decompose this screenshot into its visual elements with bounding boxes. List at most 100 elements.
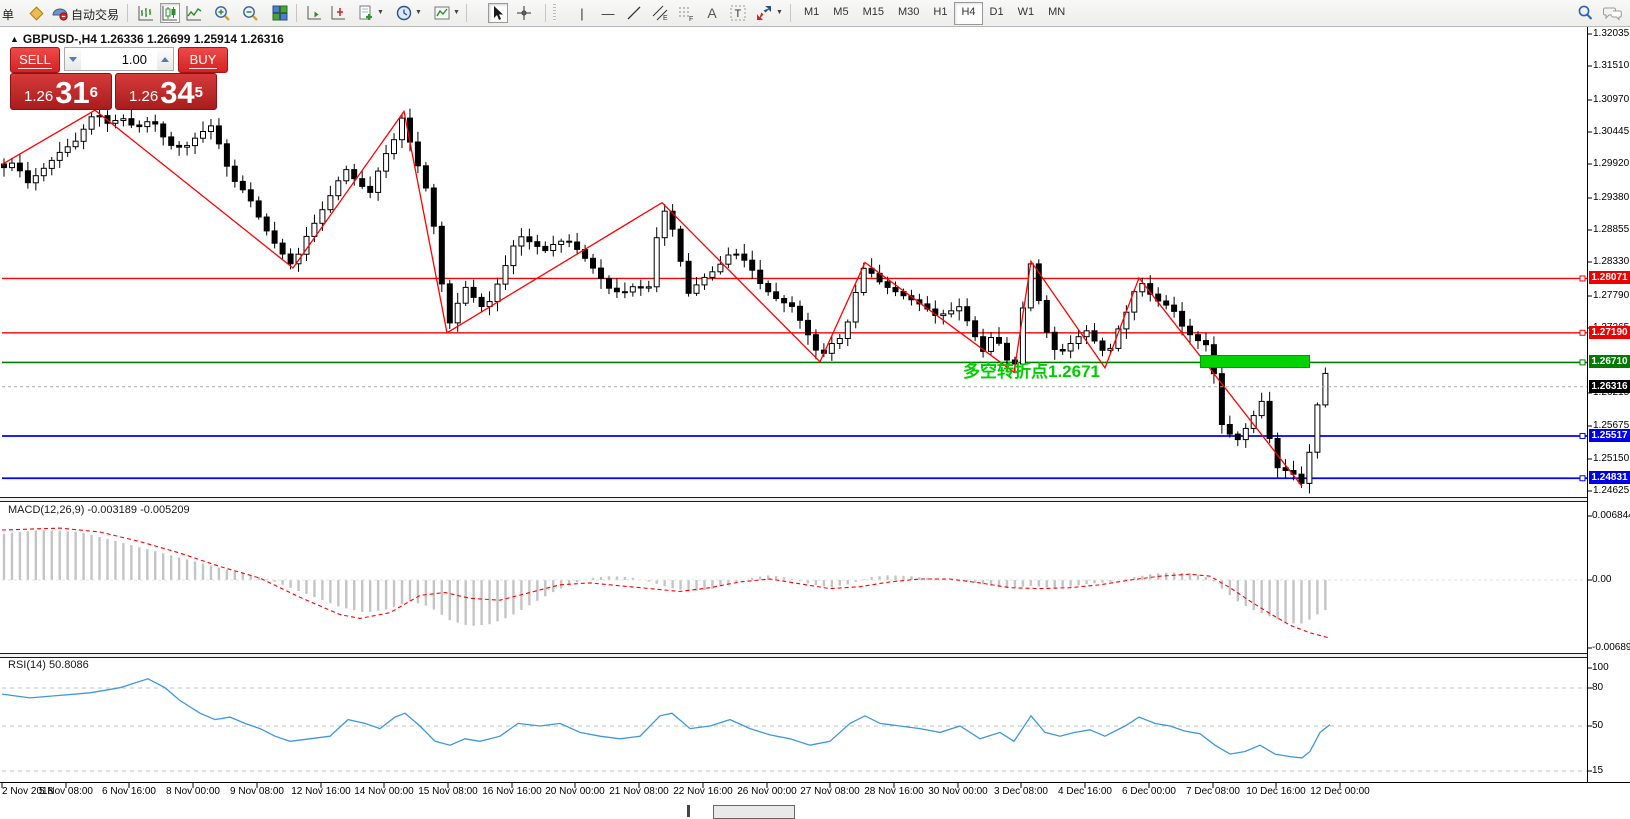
period-dropdown-icon[interactable]: ▼: [415, 9, 422, 16]
price-tick-label: 1.28855: [1593, 224, 1629, 235]
zoom-out-icon[interactable]: [240, 3, 260, 23]
rsi-axis-label: 50: [1592, 720, 1603, 731]
price-tick-label: 1.29380: [1593, 192, 1629, 203]
new-chart-icon[interactable]: [356, 3, 376, 23]
volume-decrease-button[interactable]: [64, 47, 81, 71]
trendline-tool-icon[interactable]: [624, 3, 644, 23]
time-axis-label: 21 Nov 08:00: [609, 786, 669, 797]
time-axis-label: 27 Nov 08:00: [800, 786, 860, 797]
cursor-tool-icon[interactable]: [488, 3, 508, 23]
bottom-strip: [0, 801, 1630, 818]
chat-icon[interactable]: [1603, 3, 1623, 23]
time-axis-label: 12 Dec 00:00: [1310, 786, 1370, 797]
auto-scroll-icon[interactable]: [304, 3, 324, 23]
pane-splitter-rsi[interactable]: [0, 653, 1587, 658]
metaeditor-icon[interactable]: [26, 3, 46, 23]
new-chart-dropdown-icon[interactable]: ▼: [377, 9, 384, 16]
time-axis-label: 30 Nov 00:00: [928, 786, 988, 797]
chart-title: ▲GBPUSD-,H4 1.26336 1.26699 1.25914 1.26…: [10, 32, 284, 46]
buy-price-display[interactable]: 1.26 34 5: [115, 73, 217, 110]
price-tick-label: 1.30445: [1593, 126, 1629, 137]
text-tool-icon[interactable]: A: [702, 3, 722, 23]
macd-axis-label: -0.006894: [1592, 642, 1630, 653]
crosshair-tool-icon[interactable]: [514, 3, 534, 23]
zoom-in-icon[interactable]: [212, 3, 232, 23]
price-badge-1.26316: 1.26316: [1589, 380, 1630, 393]
text-label-tool-icon[interactable]: T: [728, 3, 748, 23]
one-click-trading-panel: SELL 1.00 BUY 1.26 31 6 1.26 34 5: [10, 47, 228, 110]
timeframe-MN[interactable]: MN: [1041, 2, 1072, 24]
new-order-button-partial[interactable]: 单: [2, 6, 14, 23]
time-axis-label: 22 Nov 16:00: [673, 786, 733, 797]
time-axis-label: 6 Nov 16:00: [102, 786, 156, 797]
line-chart-type-icon[interactable]: [184, 3, 204, 23]
autotrading-icon[interactable]: [50, 3, 70, 23]
buy-price-big: 34: [160, 78, 194, 108]
price-tick-label: 1.29920: [1593, 158, 1629, 169]
time-axis[interactable]: [0, 782, 1630, 783]
svg-text:E: E: [663, 15, 668, 22]
rsi-axis-label: 80: [1592, 682, 1603, 693]
mt4-terminal: { "toolbar": { "partial_left_label": "单"…: [0, 0, 1630, 818]
turning-point-annotation: 多空转折点1.2671: [963, 357, 1100, 382]
time-axis-label: 5 Nov 08:00: [39, 786, 93, 797]
toolbar-separator: [466, 4, 467, 22]
time-axis-label: 8 Nov 00:00: [166, 786, 220, 797]
price-tick-label: 1.27790: [1593, 290, 1629, 301]
candlestick-chart-type-icon[interactable]: [160, 3, 180, 23]
price-tick-label: 1.25150: [1593, 453, 1629, 464]
volume-input[interactable]: 1.00: [81, 47, 157, 71]
timeframe-M1[interactable]: M1: [797, 2, 826, 24]
buy-button[interactable]: BUY: [178, 47, 228, 73]
search-icon[interactable]: [1575, 3, 1595, 23]
timeframe-M30[interactable]: M30: [891, 2, 926, 24]
sell-price-display[interactable]: 1.26 31 6: [10, 73, 112, 110]
timeframe-H4[interactable]: H4: [954, 2, 982, 25]
toolbar-separator: [127, 4, 128, 22]
volume-increase-button[interactable]: [157, 47, 174, 71]
indicators-dropdown-icon[interactable]: ▼: [453, 9, 460, 16]
price-axis[interactable]: [1587, 27, 1588, 782]
gold-rhombus-icon: [27, 4, 45, 22]
toolbar-separator: [790, 4, 791, 22]
timeframe-M15[interactable]: M15: [856, 2, 891, 24]
horizontal-line-tool-icon[interactable]: —: [598, 3, 618, 23]
autotrading-label[interactable]: 自动交易: [71, 6, 119, 23]
time-axis-label: 28 Nov 16:00: [864, 786, 924, 797]
price-badge-1.25517: 1.25517: [1589, 429, 1630, 442]
sell-button[interactable]: SELL: [10, 47, 60, 73]
turning-point-highlight-rect[interactable]: [1200, 355, 1310, 368]
macd-label: MACD(12,26,9) -0.003189 -0.005209: [8, 504, 190, 516]
arrows-dropdown-icon[interactable]: ▼: [776, 9, 783, 16]
ohlc-values: 1.26336 1.26699 1.25914 1.26316: [100, 32, 284, 46]
timeframe-W1[interactable]: W1: [1011, 2, 1042, 24]
buy-price-prefix: 1.26: [129, 86, 158, 108]
bar-chart-type-icon[interactable]: [136, 3, 156, 23]
timeframe-M5[interactable]: M5: [826, 2, 855, 24]
bottom-strip-mark: [687, 805, 690, 817]
triangle-down-icon: [69, 57, 77, 62]
chart-shift-icon[interactable]: [328, 3, 348, 23]
time-axis-label: 26 Nov 00:00: [737, 786, 797, 797]
triangle-up-icon: [161, 57, 169, 62]
toolbar-separator: [296, 4, 297, 22]
arrows-tool-icon[interactable]: [754, 3, 774, 23]
pane-splitter-macd[interactable]: [0, 497, 1587, 502]
sell-price-prefix: 1.26: [24, 86, 53, 108]
time-axis-label: 3 Dec 08:00: [994, 786, 1048, 797]
tile-windows-icon[interactable]: [270, 3, 290, 23]
timeframe-D1[interactable]: D1: [983, 2, 1011, 24]
fibonacci-tool-icon[interactable]: F: [676, 3, 696, 23]
price-badge-1.24831: 1.24831: [1589, 471, 1630, 484]
period-clock-icon[interactable]: [394, 3, 414, 23]
macd-axis-label: 0.00: [1592, 574, 1611, 585]
vertical-line-tool-icon[interactable]: |: [572, 3, 592, 23]
chart-window[interactable]: [0, 27, 1630, 818]
indicators-icon[interactable]: [432, 3, 452, 23]
sell-price-big: 31: [55, 78, 89, 108]
price-tick-label: 1.24625: [1593, 485, 1629, 496]
timeframe-H1[interactable]: H1: [926, 2, 954, 24]
time-axis-label: 16 Nov 16:00: [482, 786, 542, 797]
equidistant-channel-tool-icon[interactable]: E: [650, 3, 670, 23]
toolbar-grip: [553, 4, 556, 22]
